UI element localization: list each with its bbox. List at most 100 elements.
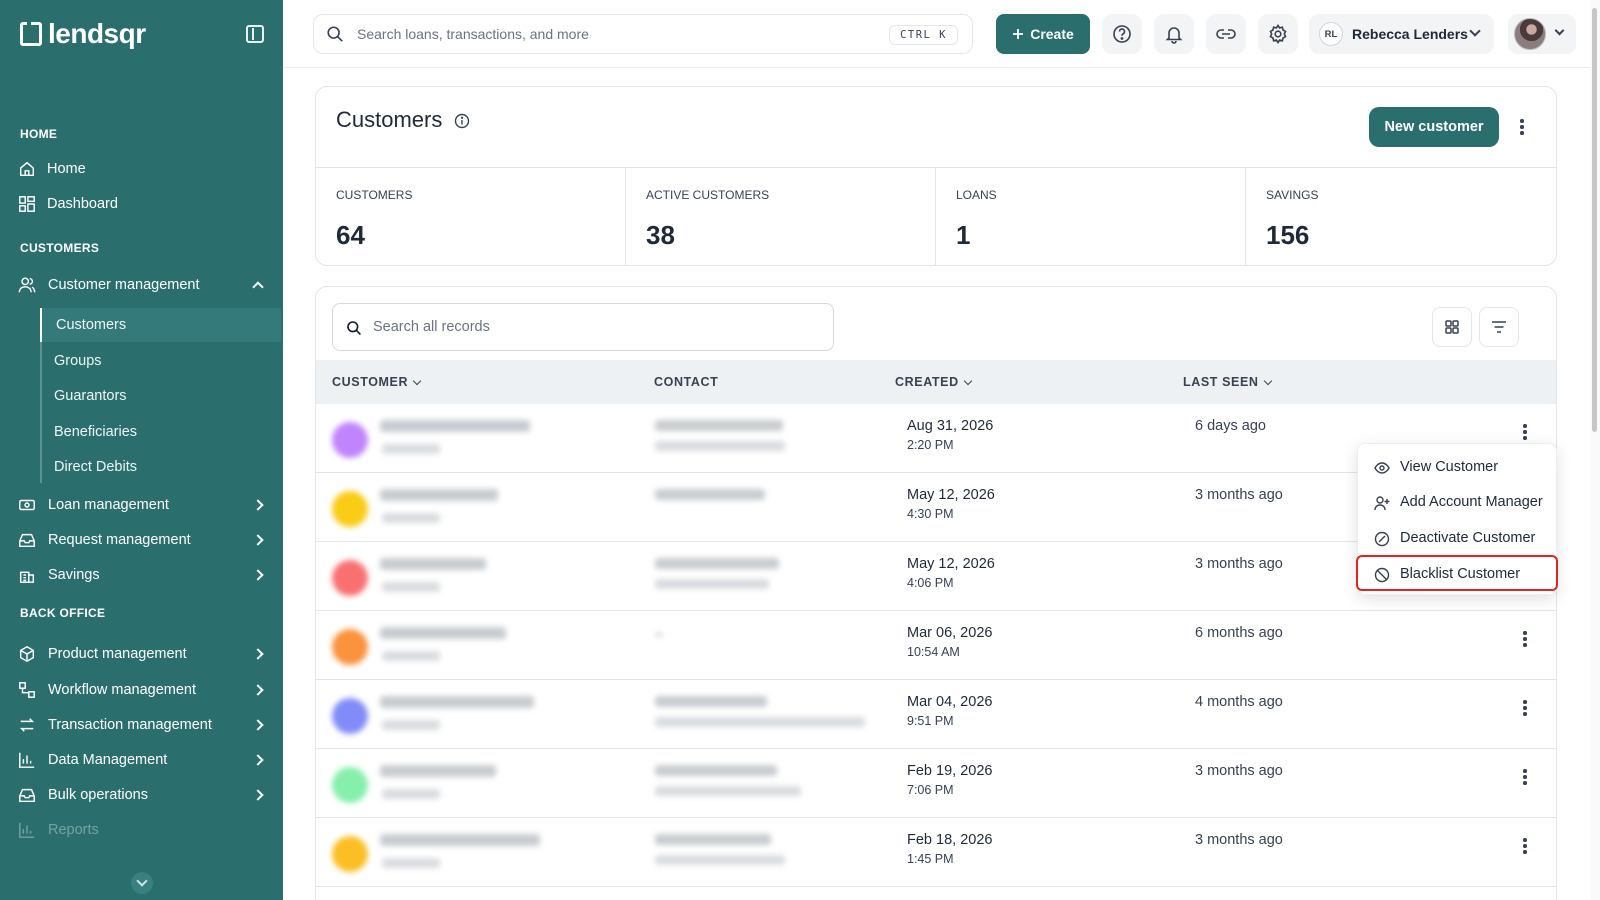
created-time: 1:45 PM xyxy=(907,852,954,866)
link-button[interactable] xyxy=(1206,14,1246,54)
create-button[interactable]: Create xyxy=(996,14,1090,54)
customer-avatar xyxy=(332,698,368,734)
section-title-home: HOME xyxy=(20,127,58,141)
contact-email-redacted xyxy=(655,441,785,451)
sidebar-item-label: Request management xyxy=(48,532,191,548)
menu-item-label: View Customer xyxy=(1400,459,1499,475)
sidebar-item-transaction-management[interactable]: Transaction management xyxy=(0,708,283,742)
link-icon xyxy=(1216,29,1236,39)
row-more-options-icon[interactable] xyxy=(1523,769,1527,785)
keyboard-shortcut: CTRL K xyxy=(889,25,958,45)
stat-customers: CUSTOMERS 64 xyxy=(316,168,626,266)
sidebar-item-label: Reports xyxy=(48,822,99,838)
contact-empty-redacted xyxy=(655,633,663,636)
menu-item-add-account-manager[interactable]: Add Account Manager xyxy=(1358,485,1558,521)
contact-email-redacted xyxy=(655,717,865,727)
customer-avatar xyxy=(332,629,368,665)
sidebar-subitem-customers[interactable]: Customers xyxy=(40,308,281,342)
sidebar-item-bulk-operations[interactable]: Bulk operations xyxy=(0,778,283,812)
help-button[interactable] xyxy=(1102,14,1142,54)
sidebar-item-customer-management[interactable]: Customer management xyxy=(0,268,283,302)
sidebar-item-home[interactable]: Home xyxy=(0,152,283,186)
sidebar-item-product-management[interactable]: Product management xyxy=(0,637,283,671)
sidebar-collapse-icon[interactable] xyxy=(246,25,264,43)
column-header-label: CREATED xyxy=(895,375,959,389)
inbox-icon xyxy=(19,788,35,803)
stat-value: 156 xyxy=(1266,220,1310,250)
table-row[interactable]: Mar 04, 2026 9:51 PM 4 months ago xyxy=(316,680,1556,749)
menu-item-blacklist-customer[interactable]: Blacklist Customer xyxy=(1356,555,1558,591)
global-search[interactable]: Search loans, transactions, and more CTR… xyxy=(313,14,973,54)
last-seen: 4 months ago xyxy=(1195,694,1283,710)
sidebar-item-data-management[interactable]: Data Management xyxy=(0,743,283,777)
sidebar-item-request-management[interactable]: Request management xyxy=(0,523,283,557)
sidebar-item-workflow-management[interactable]: Workflow management xyxy=(0,673,283,707)
stat-value: 38 xyxy=(646,220,675,250)
stat-label: ACTIVE CUSTOMERS xyxy=(646,188,770,202)
table-row[interactable]: Mar 06, 2026 10:54 AM 6 months ago xyxy=(316,611,1556,680)
info-icon[interactable] xyxy=(454,113,470,129)
search-icon xyxy=(347,321,361,335)
row-more-options-icon[interactable] xyxy=(1523,838,1527,854)
customer-name-redacted xyxy=(380,834,540,846)
eye-icon xyxy=(1374,462,1390,474)
sort-caret-icon xyxy=(1263,376,1272,385)
notifications-button[interactable] xyxy=(1154,14,1194,54)
sidebar-item-label: Data Management xyxy=(48,752,168,768)
column-header-customer[interactable]: CUSTOMER xyxy=(332,375,422,389)
organization-switcher[interactable]: RL Rebecca Lenders xyxy=(1309,14,1494,54)
customer-avatar xyxy=(332,560,368,596)
org-name: Rebecca Lenders xyxy=(1352,26,1468,42)
gear-icon xyxy=(1269,24,1287,44)
table-row[interactable]: Feb 18, 2026 1:45 PM 3 months ago xyxy=(316,818,1556,887)
scroll-down-icon[interactable] xyxy=(131,872,153,894)
page-scrollbar-thumb[interactable] xyxy=(1592,8,1597,432)
table-row[interactable]: Feb 19, 2026 7:06 PM 3 months ago xyxy=(316,749,1556,818)
settings-button[interactable] xyxy=(1258,14,1298,54)
sidebar-subitem-direct-debits[interactable]: Direct Debits xyxy=(42,450,283,484)
row-more-options-icon[interactable] xyxy=(1523,631,1527,647)
new-customer-button[interactable]: New customer xyxy=(1369,107,1499,147)
contact-phone-redacted xyxy=(655,696,767,707)
lendsqr-logo[interactable]: lendsqr xyxy=(20,18,146,50)
user-plus-icon xyxy=(1374,496,1390,511)
sidebar-subitem-groups[interactable]: Groups xyxy=(42,344,283,378)
bell-icon xyxy=(1165,27,1183,44)
sidebar-subitem-beneficiaries[interactable]: Beneficiaries xyxy=(42,415,283,449)
grid-view-button[interactable] xyxy=(1432,307,1472,347)
grid-icon xyxy=(1445,320,1459,334)
menu-item-deactivate-customer[interactable]: Deactivate Customer xyxy=(1358,521,1558,557)
created-time: 4:30 PM xyxy=(907,507,954,521)
chevron-right-icon xyxy=(252,648,264,660)
created-time: 7:06 PM xyxy=(907,783,954,797)
sidebar-item-label: Loan management xyxy=(48,497,169,513)
row-more-options-icon[interactable] xyxy=(1523,700,1527,716)
sidebar-item-savings[interactable]: Savings xyxy=(0,558,283,592)
sidebar-subitem-guarantors[interactable]: Guarantors xyxy=(42,379,283,413)
stat-value: 64 xyxy=(336,220,365,250)
stat-label: CUSTOMERS xyxy=(336,188,413,202)
stats-row: CUSTOMERS 64 ACTIVE CUSTOMERS 38 LOANS 1… xyxy=(316,167,1556,266)
sidebar-item-dashboard[interactable]: Dashboard xyxy=(0,187,283,221)
sidebar-item-loan-management[interactable]: Loan management xyxy=(0,488,283,522)
customer-name-redacted xyxy=(380,627,506,639)
menu-item-label: Deactivate Customer xyxy=(1400,530,1536,546)
page-more-options-icon[interactable] xyxy=(1520,119,1524,135)
chevron-up-icon xyxy=(252,281,264,293)
filter-button[interactable] xyxy=(1479,307,1519,347)
menu-item-view-customer[interactable]: View Customer xyxy=(1358,450,1558,486)
section-title-back-office: BACK OFFICE xyxy=(20,606,106,620)
profile-menu[interactable] xyxy=(1508,14,1576,54)
row-more-options-icon[interactable] xyxy=(1523,424,1527,440)
column-header-created[interactable]: CREATED xyxy=(895,375,972,389)
column-header-last-seen[interactable]: LAST SEEN xyxy=(1183,375,1272,389)
chart-icon xyxy=(19,752,35,768)
column-header-contact: CONTACT xyxy=(654,375,718,389)
dashboard-icon xyxy=(19,196,35,212)
loan-icon xyxy=(19,499,35,511)
customer-name-redacted xyxy=(380,765,496,777)
records-search-input[interactable]: Search all records xyxy=(332,303,834,351)
sidebar-item-reports[interactable]: Reports xyxy=(0,813,283,847)
sort-caret-icon xyxy=(412,376,422,385)
section-title-customers: CUSTOMERS xyxy=(20,241,100,255)
